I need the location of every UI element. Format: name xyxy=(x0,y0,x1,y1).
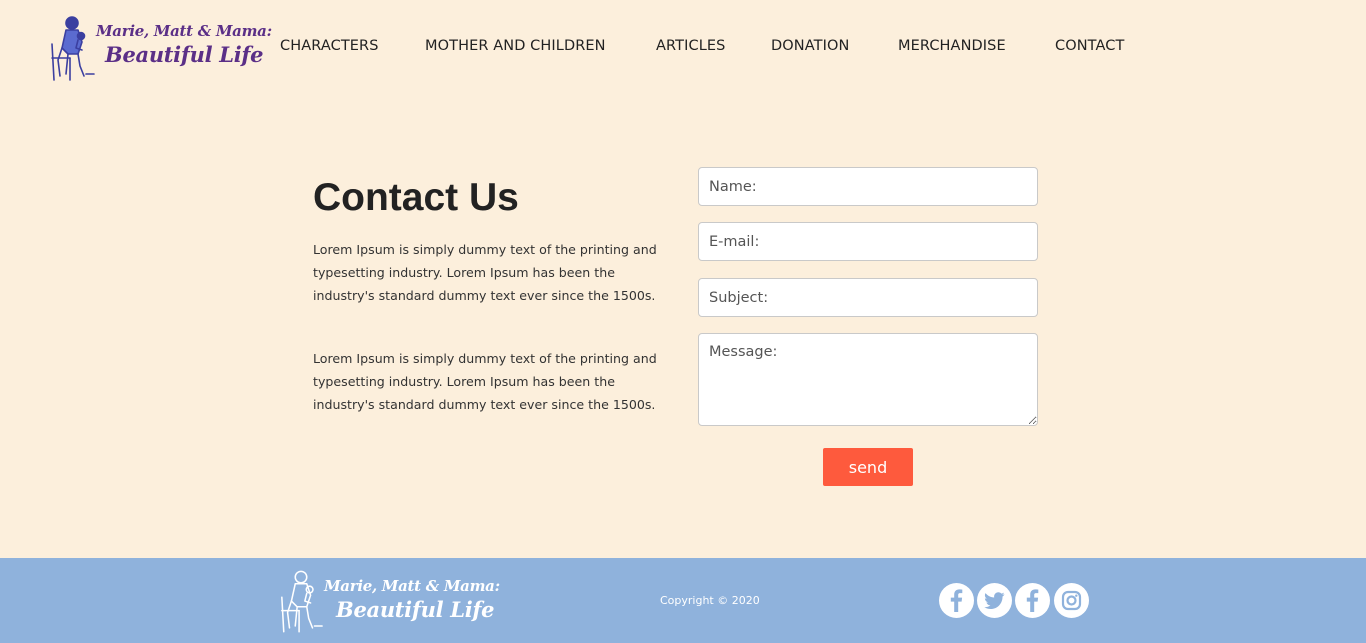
intro-paragraph-1: Lorem Ipsum is simply dummy text of the … xyxy=(313,242,657,304)
twitter-icon[interactable] xyxy=(977,583,1012,618)
nav-item-mother-and-children[interactable]: MOTHER AND CHILDREN xyxy=(425,38,606,54)
mother-child-illustration-icon xyxy=(51,16,95,81)
send-button[interactable]: send xyxy=(823,448,913,486)
nav-item-contact[interactable]: CONTACT xyxy=(1055,38,1124,54)
facebook-icon[interactable] xyxy=(1015,583,1050,618)
copyright-text: Copyright © 2020 xyxy=(660,594,760,607)
logo-subtitle-line: Beautiful Life xyxy=(105,42,264,67)
footer-logo[interactable]: Marie, Matt & Mama: Beautiful Life xyxy=(278,568,500,636)
footer-logo-title-line: Marie, Matt & Mama: xyxy=(324,577,500,595)
intro-paragraph-2: Lorem Ipsum is simply dummy text of the … xyxy=(313,351,657,413)
email-field[interactable] xyxy=(698,222,1038,261)
instagram-icon[interactable] xyxy=(1054,583,1089,618)
nav-item-characters[interactable]: CHARACTERS xyxy=(280,38,379,54)
nav-item-merchandise[interactable]: MERCHANDISE xyxy=(898,38,1006,54)
footer-logo-subtitle-line: Beautiful Life xyxy=(336,597,495,622)
site-logo[interactable]: Marie, Matt & Mama: Beautiful Life xyxy=(48,14,272,84)
page-title: Contact Us xyxy=(313,176,519,219)
message-field[interactable] xyxy=(698,333,1038,426)
mother-child-illustration-icon xyxy=(281,570,323,633)
subject-field[interactable] xyxy=(698,278,1038,317)
name-field[interactable] xyxy=(698,167,1038,206)
nav-item-articles[interactable]: ARTICLES xyxy=(656,38,725,54)
logo-title-line: Marie, Matt & Mama: xyxy=(96,22,272,40)
facebook-icon[interactable] xyxy=(939,583,974,618)
site-footer: Marie, Matt & Mama: Beautiful Life Copyr… xyxy=(0,558,1366,643)
site-header: Marie, Matt & Mama: Beautiful Life CHARA… xyxy=(0,0,1366,95)
nav-item-donation[interactable]: DONATION xyxy=(771,38,849,54)
